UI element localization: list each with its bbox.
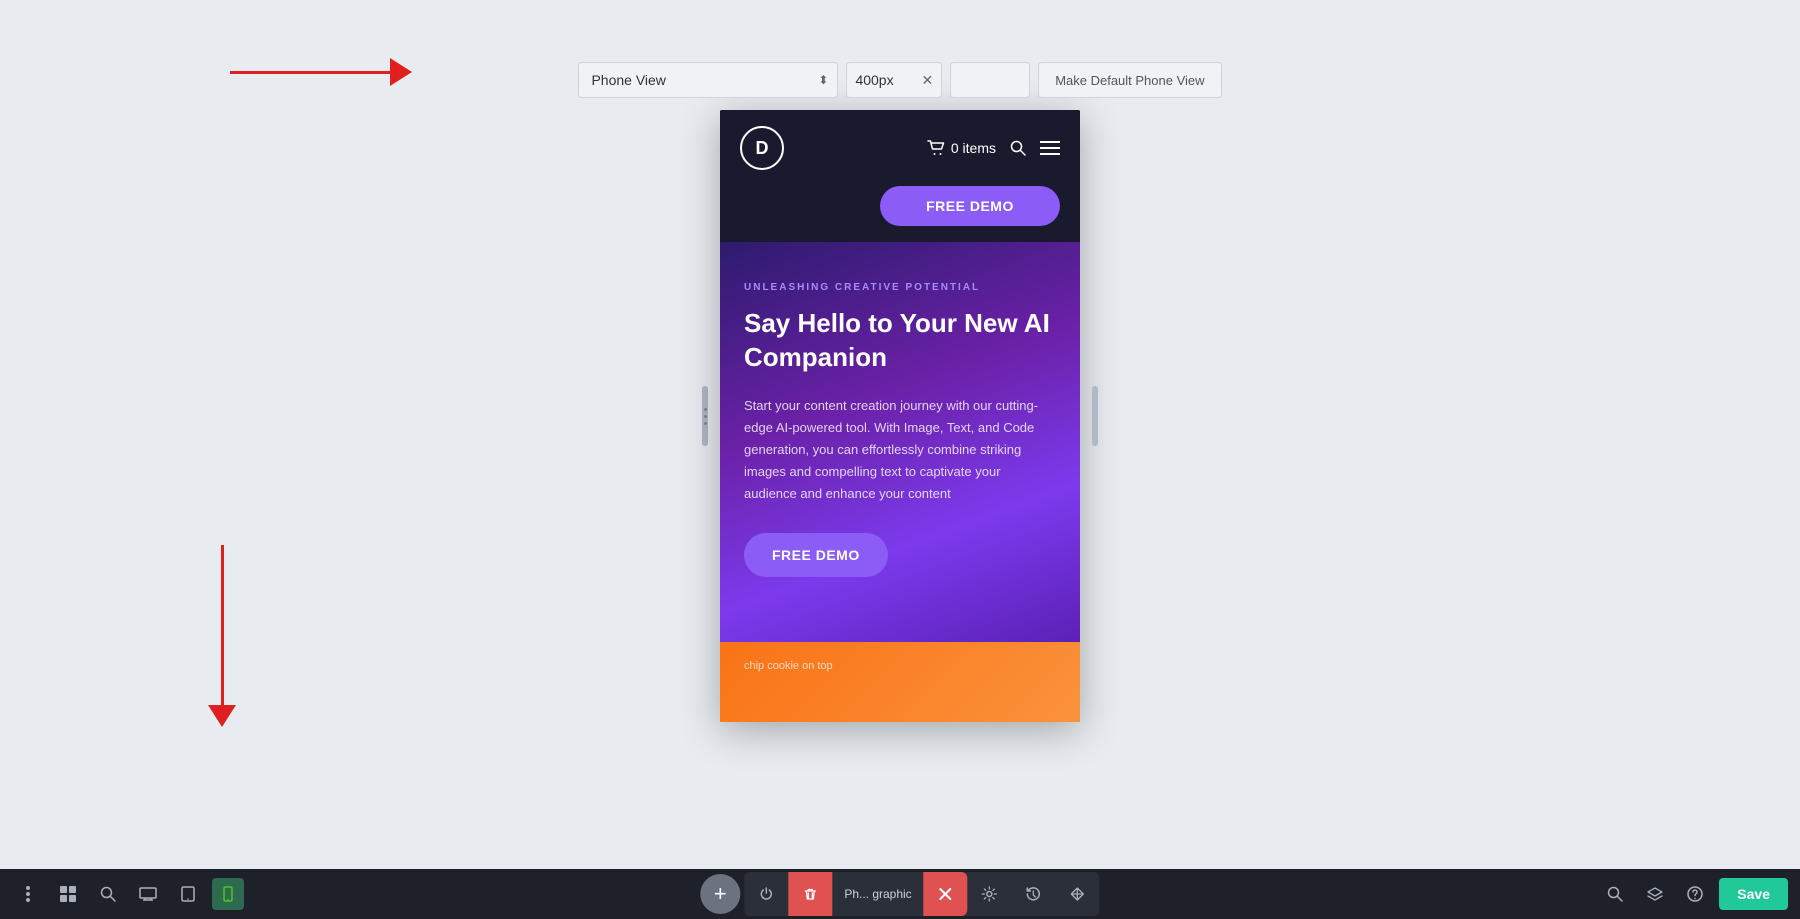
hero-subtitle: UNLEASHING CREATIVE POTENTIAL bbox=[744, 282, 1056, 293]
more-options-button[interactable] bbox=[12, 878, 44, 910]
close-button[interactable] bbox=[924, 872, 968, 916]
phone-nav: D 0 items bbox=[720, 110, 1080, 186]
resize-handle-right[interactable] bbox=[1092, 386, 1098, 446]
settings-button[interactable] bbox=[968, 872, 1012, 916]
element-pill: Ph... graphic bbox=[744, 872, 1099, 916]
resize-handle-left[interactable] bbox=[702, 386, 708, 446]
cart-icon: 0 items bbox=[927, 140, 996, 156]
width-input-wrapper: 400px ✕ bbox=[846, 62, 942, 98]
arrow-line-horizontal bbox=[230, 71, 390, 74]
view-select-wrapper: Phone View Tablet View Desktop View ⬍ bbox=[578, 62, 838, 98]
lower-text: chip cookie on top bbox=[744, 658, 1056, 675]
handle-dot bbox=[704, 415, 707, 418]
make-default-view-button[interactable]: Make Default Phone View bbox=[1038, 62, 1221, 98]
power-button[interactable] bbox=[744, 872, 788, 916]
arrow-line-vertical bbox=[221, 545, 224, 705]
hamburger-icon[interactable] bbox=[1040, 139, 1060, 157]
search-icon[interactable] bbox=[1010, 139, 1026, 157]
tablet-view-button[interactable] bbox=[172, 878, 204, 910]
element-label: Ph... graphic bbox=[832, 887, 923, 901]
divi-logo: D bbox=[740, 126, 784, 170]
center-controls: + Ph... graphic bbox=[700, 872, 1099, 916]
view-select[interactable]: Phone View Tablet View Desktop View bbox=[578, 62, 838, 98]
right-tools: Save bbox=[1599, 878, 1788, 910]
move-button[interactable] bbox=[1056, 872, 1100, 916]
canvas-area: D 0 items bbox=[0, 0, 1800, 869]
save-button[interactable]: Save bbox=[1719, 878, 1788, 910]
cart-count: 0 items bbox=[951, 140, 996, 156]
width-input[interactable]: 400px bbox=[855, 72, 915, 88]
layers-button[interactable] bbox=[1639, 878, 1671, 910]
handle-dot bbox=[704, 422, 707, 425]
help-button[interactable] bbox=[1679, 878, 1711, 910]
desktop-view-button[interactable] bbox=[132, 878, 164, 910]
mobile-view-button[interactable] bbox=[212, 878, 244, 910]
annotation-arrow-right bbox=[230, 58, 412, 86]
extra-input-field[interactable] bbox=[950, 62, 1030, 98]
nav-right: 0 items bbox=[927, 139, 1060, 157]
history-button[interactable] bbox=[1012, 872, 1056, 916]
phone-preview: D 0 items bbox=[720, 110, 1080, 722]
annotation-arrow-down bbox=[208, 545, 236, 727]
search-right-button[interactable] bbox=[1599, 878, 1631, 910]
hero-body: Start your content creation journey with… bbox=[744, 395, 1056, 505]
phone-lower-section: chip cookie on top bbox=[720, 642, 1080, 722]
arrow-head-down bbox=[208, 705, 236, 727]
phone-hero-section: UNLEASHING CREATIVE POTENTIAL Say Hello … bbox=[720, 242, 1080, 642]
nav-free-demo-button[interactable]: FREE DEMO bbox=[880, 186, 1060, 226]
hero-title: Say Hello to Your New AI Companion bbox=[744, 307, 1056, 375]
search-button[interactable] bbox=[92, 878, 124, 910]
bottom-toolbar: + Ph... graphic bbox=[0, 869, 1800, 919]
layout-grid-button[interactable] bbox=[52, 878, 84, 910]
handle-dot bbox=[704, 408, 707, 411]
left-tools bbox=[0, 878, 256, 910]
delete-button[interactable] bbox=[788, 872, 832, 916]
clear-width-button[interactable]: ✕ bbox=[921, 73, 933, 87]
hero-cta-button[interactable]: FREE DEMO bbox=[744, 533, 888, 577]
free-demo-nav: FREE DEMO bbox=[720, 186, 1080, 242]
arrow-head-right bbox=[390, 58, 412, 86]
phone-preview-wrapper: D 0 items bbox=[720, 110, 1080, 722]
add-element-button[interactable]: + bbox=[700, 874, 740, 914]
